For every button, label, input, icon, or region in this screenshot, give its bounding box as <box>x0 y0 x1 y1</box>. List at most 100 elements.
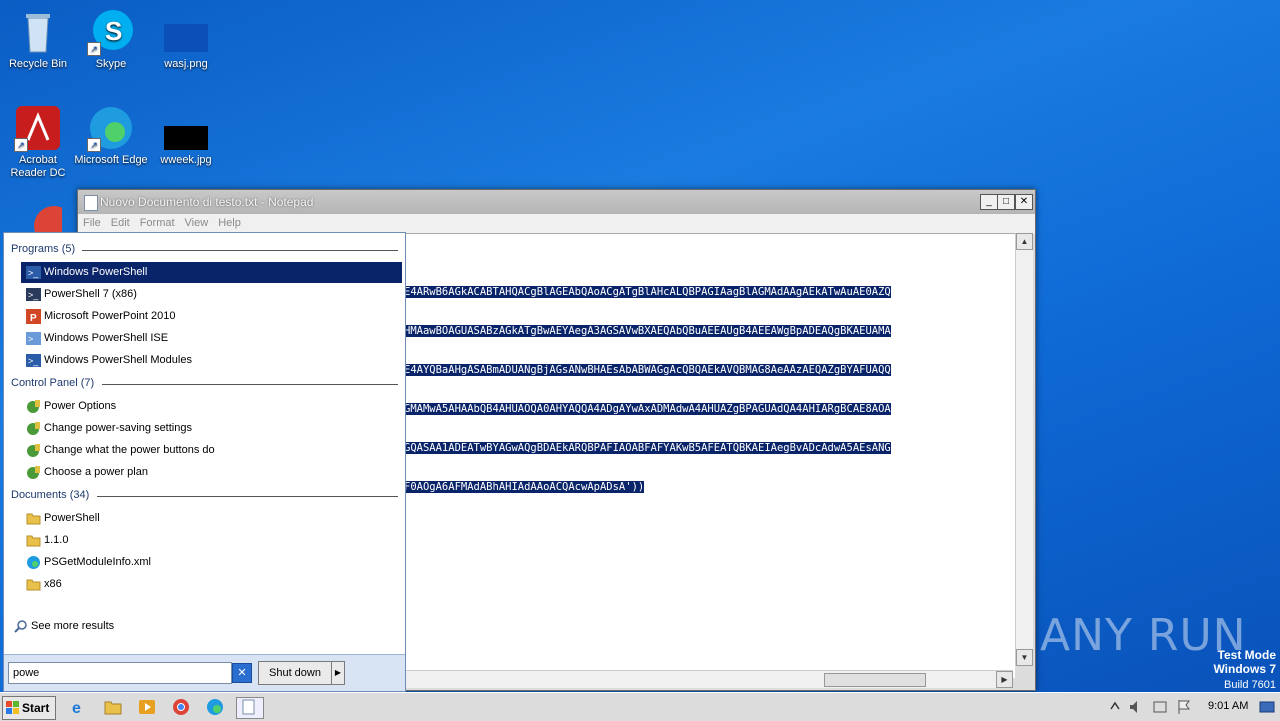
horizontal-scrollbar[interactable]: ▶ <box>404 670 1013 688</box>
result-power-saving[interactable]: Change power-saving settings <box>21 418 402 439</box>
action-center-flag-icon[interactable] <box>1176 697 1192 717</box>
divider <box>82 250 398 251</box>
text-line: GQASAA1ADEATwBYAGwAQgBDAEkARQBPAFIAOABFA… <box>404 442 891 454</box>
edge-icon[interactable] <box>204 697 226 717</box>
shortcut-arrow-icon: ↗ <box>87 42 101 56</box>
result-powershell-modules[interactable]: >_ Windows PowerShell Modules <box>21 350 402 371</box>
build-label: Build 7601 <box>1224 679 1276 691</box>
search-icon <box>13 619 28 634</box>
edge-icon: ↗ <box>87 104 135 152</box>
powershell-icon: >_ <box>26 265 41 280</box>
result-windows-powershell[interactable]: >_ Windows PowerShell <box>21 262 402 283</box>
menu-edit[interactable]: Edit <box>106 214 135 229</box>
result-power-plan[interactable]: Choose a power plan <box>21 462 402 483</box>
result-psgetmoduleinfo[interactable]: PSGetModuleInfo.xml <box>21 552 402 573</box>
start-button[interactable]: Start <box>2 696 56 720</box>
network-icon[interactable] <box>1152 697 1168 717</box>
power-options-icon <box>26 421 41 436</box>
menu-bar: File Edit Format View Help <box>78 214 1035 234</box>
tray-expand-icon[interactable] <box>1108 697 1122 717</box>
result-folder-110[interactable]: 1.1.0 <box>21 530 402 551</box>
selected-text: E4ARwB6AGkACABTAHQACgBlAGEAbQAoACgATgBlA… <box>404 260 1016 520</box>
test-mode-label: Test Mode <box>1217 648 1276 662</box>
maximize-button[interactable]: □ <box>997 194 1015 210</box>
divider <box>102 384 398 385</box>
file-explorer-icon[interactable] <box>102 697 124 717</box>
scroll-up-icon[interactable]: ▲ <box>1016 233 1033 250</box>
svg-text:P: P <box>30 313 37 324</box>
folder-icon <box>26 511 41 526</box>
title-bar[interactable]: Nuovo Documento di testo.txt - Notepad _… <box>78 190 1035 214</box>
svg-text:>_: >_ <box>28 268 39 278</box>
volume-icon[interactable] <box>1128 697 1144 717</box>
result-folder-powershell[interactable]: PowerShell <box>21 508 402 529</box>
result-power-buttons[interactable]: Change what the power buttons do <box>21 440 402 461</box>
desktop-icon-skype[interactable]: S ↗ Skype <box>73 8 149 71</box>
see-more-label: See more results <box>31 620 115 632</box>
shutdown-button[interactable]: Shut down <box>258 661 332 685</box>
desktop-icon-edge[interactable]: ↗ Microsoft Edge <box>73 104 149 167</box>
start-menu: Programs (5) >_ Windows PowerShell >_ Po… <box>3 232 406 692</box>
result-power-options[interactable]: Power Options <box>21 396 402 417</box>
text-line: F0AOgA6AFMAdABhAHIAdAAoACQAcwApADsA')) <box>404 481 645 493</box>
scroll-right-icon[interactable]: ▶ <box>996 671 1013 688</box>
result-label: x86 <box>44 578 62 590</box>
clear-search-icon[interactable]: ✕ <box>232 663 252 683</box>
documents-header: Documents (34) <box>11 489 90 501</box>
result-label: PowerShell <box>44 512 100 524</box>
desktop-icon-label: wweek.jpg <box>160 154 212 166</box>
chrome-icon[interactable] <box>170 697 192 717</box>
result-label: Microsoft PowerPoint 2010 <box>44 310 176 322</box>
text-line: E4ARwB6AGkACABTAHQACgBlAGEAbQAoACgATgBlA… <box>404 286 891 298</box>
scroll-thumb[interactable] <box>824 673 926 687</box>
image-thumbnail-icon <box>162 8 210 56</box>
recycle-bin-icon <box>14 8 62 56</box>
acrobat-icon: ↗ <box>14 104 62 152</box>
windows-logo-icon <box>6 701 19 714</box>
scroll-down-icon[interactable]: ▼ <box>1016 649 1033 666</box>
menu-file[interactable]: File <box>78 214 106 229</box>
result-label: Windows PowerShell Modules <box>44 354 192 366</box>
power-options-icon <box>26 465 41 480</box>
close-button[interactable]: ✕ <box>1015 194 1033 210</box>
folder-icon <box>26 577 41 592</box>
skype-icon: S ↗ <box>87 8 135 56</box>
vertical-scrollbar[interactable]: ▲ ▼ <box>1015 233 1033 666</box>
powershell-ise-icon: > <box>26 331 41 346</box>
svg-text:>_: >_ <box>28 290 39 300</box>
menu-help[interactable]: Help <box>213 214 246 229</box>
start-label: Start <box>22 701 50 715</box>
image-thumbnail-icon <box>162 104 210 152</box>
result-powerpoint[interactable]: P Microsoft PowerPoint 2010 <box>21 306 402 327</box>
text-line: GMAMwA5AHAAbQB4AHUAOQA0AHYAQQA4ADgAYwAxA… <box>404 403 891 415</box>
start-menu-footer: powe ✕ Shut down ▶ <box>4 654 405 691</box>
search-input[interactable]: powe <box>8 662 232 684</box>
desktop-icon-label: Acrobat Reader DC <box>10 154 66 179</box>
see-more-results[interactable]: See more results <box>8 616 389 637</box>
desktop-icon-recycle-bin[interactable]: Recycle Bin <box>0 8 76 71</box>
edge-icon <box>26 555 41 570</box>
text-line: E4AYQBaAHgASABmADUANgBjAGsANwBHAEsAbABWA… <box>404 364 891 376</box>
result-label: Choose a power plan <box>44 466 148 478</box>
shutdown-options-icon[interactable]: ▶ <box>331 661 345 685</box>
menu-view[interactable]: View <box>180 214 214 229</box>
result-label: 1.1.0 <box>44 534 69 546</box>
desktop-icon-wasj[interactable]: wasj.png <box>148 8 224 71</box>
desktop-icon-label: wasj.png <box>164 58 208 70</box>
menu-format[interactable]: Format <box>135 214 180 229</box>
clock[interactable]: 9:01 AM <box>1208 700 1248 712</box>
powerpoint-icon: P <box>26 309 41 324</box>
result-powershell-7[interactable]: >_ PowerShell 7 (x86) <box>21 284 402 305</box>
result-folder-x86[interactable]: x86 <box>21 574 402 595</box>
notepad-taskbar-icon[interactable] <box>236 697 264 719</box>
result-powershell-ise[interactable]: > Windows PowerShell ISE <box>21 328 402 349</box>
result-label: PSGetModuleInfo.xml <box>44 556 151 568</box>
minimize-button[interactable]: _ <box>980 194 998 210</box>
control-panel-header: Control Panel (7) <box>11 377 95 389</box>
divider <box>97 496 398 497</box>
show-desktop-icon[interactable] <box>1258 697 1276 717</box>
media-player-icon[interactable] <box>136 697 158 717</box>
desktop-icon-wweek[interactable]: wweek.jpg <box>148 104 224 167</box>
desktop-icon-acrobat[interactable]: ↗ Acrobat Reader DC <box>0 104 76 180</box>
internet-explorer-icon[interactable]: e <box>68 697 90 717</box>
